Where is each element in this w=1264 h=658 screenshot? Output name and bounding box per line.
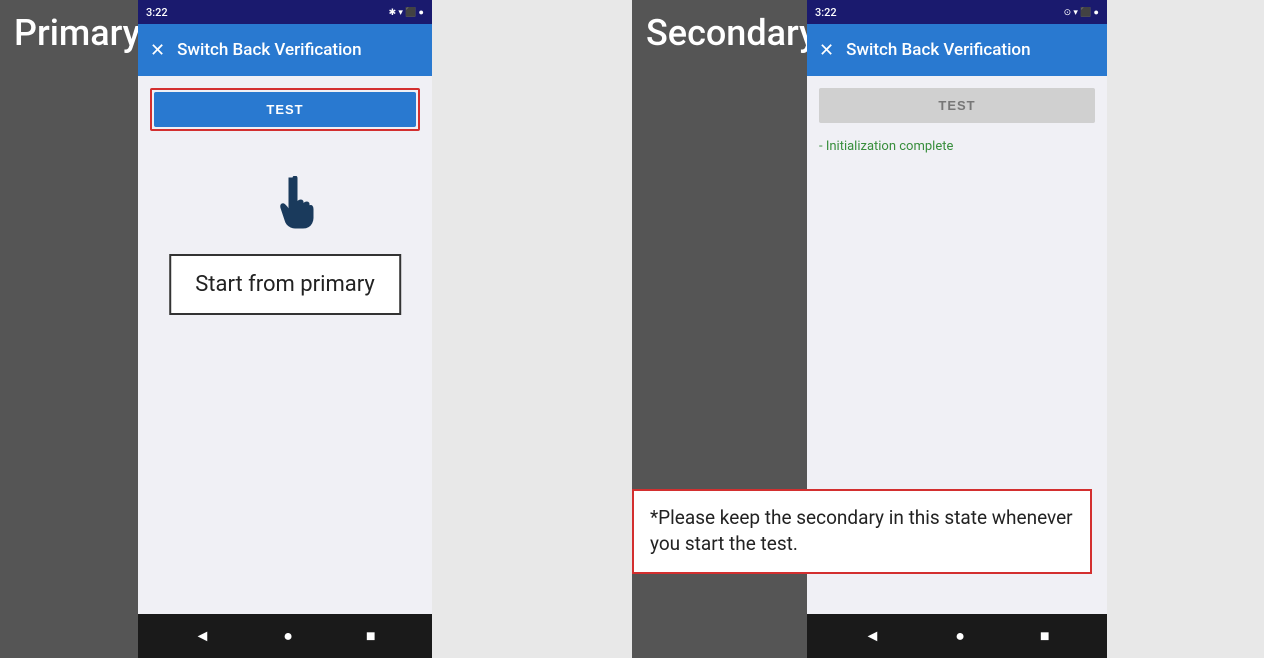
right-panel: Secondary 3:22 ⊙ ▾ ⬛ ● ✕ Switch Back Ver… xyxy=(632,0,1264,658)
right-spacer xyxy=(1107,0,1264,658)
secondary-status-bar: 3:22 ⊙ ▾ ⬛ ● xyxy=(807,0,1107,24)
primary-test-button[interactable]: TEST xyxy=(154,92,416,127)
init-complete-text: - Initialization complete xyxy=(819,139,1095,154)
primary-app-title: Switch Back Verification xyxy=(177,40,361,60)
secondary-back-button[interactable]: ◄ xyxy=(864,626,880,646)
primary-label: Primary xyxy=(14,12,140,54)
left-panel: Primary 3:22 ✱ ▾ ⬛ ● ✕ Switch Back Verif… xyxy=(0,0,632,658)
primary-signal-icon: ✱ ▾ ⬛ ● xyxy=(389,7,424,18)
primary-status-icons: ✱ ▾ ⬛ ● xyxy=(389,7,424,18)
secondary-signal-icon: ⊙ ▾ ⬛ ● xyxy=(1064,7,1099,18)
primary-app-bar: ✕ Switch Back Verification xyxy=(138,24,432,76)
secondary-label: Secondary xyxy=(646,12,817,54)
secondary-time: 3:22 xyxy=(815,6,837,19)
primary-test-button-wrapper: TEST xyxy=(150,88,420,131)
secondary-note-box: *Please keep the secondary in this state… xyxy=(632,489,1092,574)
hand-cursor-icon xyxy=(275,176,321,243)
primary-home-button[interactable]: ● xyxy=(283,626,293,646)
secondary-phone: 3:22 ⊙ ▾ ⬛ ● ✕ Switch Back Verification … xyxy=(807,0,1107,658)
secondary-app-bar: ✕ Switch Back Verification xyxy=(807,24,1107,76)
left-spacer xyxy=(432,0,632,658)
secondary-close-icon[interactable]: ✕ xyxy=(819,40,834,61)
primary-nav-bar: ◄ ● ■ xyxy=(138,614,432,658)
primary-recents-button[interactable]: ■ xyxy=(366,626,376,646)
secondary-nav-bar: ◄ ● ■ xyxy=(807,614,1107,658)
secondary-status-icons: ⊙ ▾ ⬛ ● xyxy=(1064,7,1099,18)
start-from-primary-box: Start from primary xyxy=(169,254,401,315)
primary-phone: 3:22 ✱ ▾ ⬛ ● ✕ Switch Back Verification … xyxy=(138,0,432,658)
primary-content: TEST Start from primary xyxy=(138,76,432,614)
primary-back-button[interactable]: ◄ xyxy=(194,626,210,646)
secondary-note-text: *Please keep the secondary in this state… xyxy=(650,506,1073,556)
secondary-content: TEST - Initialization complete *Please k… xyxy=(807,76,1107,614)
secondary-recents-button[interactable]: ■ xyxy=(1040,626,1050,646)
primary-status-bar: 3:22 ✱ ▾ ⬛ ● xyxy=(138,0,432,24)
secondary-home-button[interactable]: ● xyxy=(955,626,965,646)
primary-label-bg: Primary xyxy=(0,0,138,658)
start-from-primary-text: Start from primary xyxy=(195,272,375,297)
primary-time: 3:22 xyxy=(146,6,168,19)
secondary-app-title: Switch Back Verification xyxy=(846,40,1030,60)
secondary-test-button: TEST xyxy=(819,88,1095,123)
primary-close-icon[interactable]: ✕ xyxy=(150,40,165,61)
